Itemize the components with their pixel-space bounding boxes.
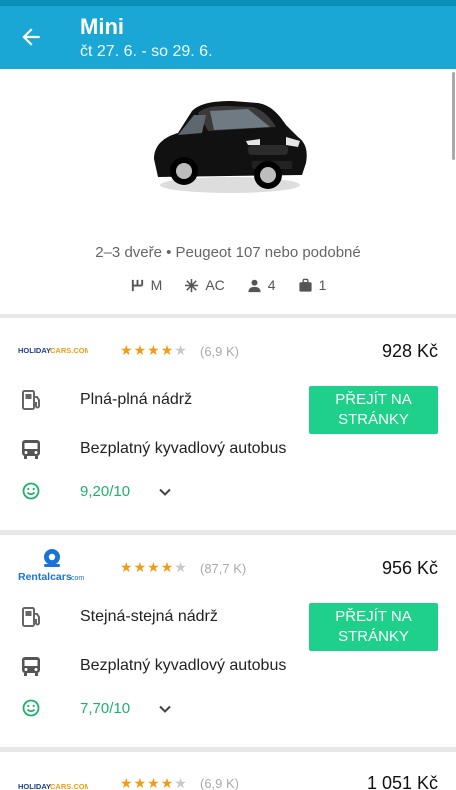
svg-text:.com: .com [69,575,84,582]
star-icon: ★ [120,342,133,358]
snowflake-icon [185,278,199,292]
person-icon [248,279,261,292]
back-arrow-icon[interactable] [18,24,44,50]
rating-stars: ★ ★ ★ ★ ★ [120,560,187,574]
app-bar: Mini čt 27. 6. - so 29. 6. [0,6,456,69]
star-icon: ★ [147,775,160,790]
star-icon: ★ [174,559,187,575]
fuel-pump-icon [22,607,40,627]
star-icon: ★ [120,775,133,790]
star-icon: ★ [147,342,160,358]
rating-stars: ★ ★ ★ ★ ★ [120,343,187,357]
rentalcars-logo: Rentalcars .com [18,549,84,583]
bus-icon [22,440,40,459]
star-icon: ★ [160,775,174,790]
fuel-policy: Stejná-stejná nádrž [80,608,218,625]
holidaycars-logo: HOLIDAY CARS.COM [18,782,88,790]
fuel-pump-icon [22,390,40,410]
gearshift-icon [131,279,143,291]
spec-transmission: M [130,277,163,293]
star-icon: ★ [174,342,187,358]
star-icon: ★ [174,775,187,790]
star-icon: ★ [147,559,160,575]
car-summary-card: 2–3 dveře • Peugeot 107 nebo podobné M A… [0,69,456,314]
suitcase-icon [298,278,312,292]
scrollbar[interactable] [452,72,455,160]
star-icon: ★ [133,342,147,358]
smiley-icon [22,699,40,717]
offer-card[interactable]: HOLIDAY CARS.COM ★ ★ ★ ★ ★ (6,9 K) 928 Kč Pl… [0,318,456,530]
bus-icon [22,657,40,676]
shuttle-info: Bezplatný kyvadlový autobus [80,440,287,457]
spec-seats: 4 [247,277,276,293]
review-count: (6,9 K) [200,776,240,790]
star-icon: ★ [120,559,133,575]
star-icon: ★ [160,559,174,575]
review-count: (87,7 K) [200,561,247,576]
fuel-policy: Plná-plná nádrž [80,391,193,408]
bags-value: 1 [318,277,327,293]
go-to-site-button[interactable]: PŘEJÍT NA STRÁNKY [309,603,438,651]
svg-text:CARS.COM: CARS.COM [50,782,88,790]
car-specs: M AC 4 1 [0,277,456,293]
review-score: 7,70/10 [80,700,131,717]
car-description: 2–3 dveře • Peugeot 107 nebo podobné [95,244,361,261]
star-icon: ★ [160,342,174,358]
shuttle-info: Bezplatný kyvadlový autobus [80,657,287,674]
svg-text:Rentalcars: Rentalcars [18,571,72,583]
holidaycars-logo: HOLIDAY CARS.COM [18,346,88,355]
page-title: Mini [80,14,124,39]
ac-value: AC [205,277,225,293]
review-count: (6,9 K) [200,344,240,359]
rating-stars: ★ ★ ★ ★ ★ [120,776,187,790]
go-to-site-button[interactable]: PŘEJÍT NA STRÁNKY [309,386,438,434]
chevron-down-icon[interactable] [157,484,173,500]
star-icon: ★ [133,559,147,575]
svg-text:CARS.COM: CARS.COM [50,346,88,355]
price: 1 051 Kč [366,773,438,790]
smiley-icon [22,482,40,500]
transmission-value: M [150,277,163,293]
price: 928 Kč [381,341,438,361]
offer-card[interactable]: HOLIDAY CARS.COM ★ ★ ★ ★ ★ (6,9 K) 1 051 Kč [0,752,456,790]
date-range: čt 27. 6. - so 29. 6. [80,43,213,60]
svg-text:HOLIDAY: HOLIDAY [18,346,51,355]
svg-text:HOLIDAY: HOLIDAY [18,782,51,790]
offer-card[interactable]: Rentalcars .com ★ ★ ★ ★ ★ (87,7 K) 956 Kč St… [0,535,456,747]
spec-ac: AC [184,277,225,293]
star-icon: ★ [133,775,147,790]
spec-bags: 1 [298,277,327,293]
car-image [154,101,307,193]
chevron-down-icon[interactable] [157,701,173,717]
seats-value: 4 [267,277,276,293]
price: 956 Kč [381,558,438,578]
review-score: 9,20/10 [80,483,131,500]
